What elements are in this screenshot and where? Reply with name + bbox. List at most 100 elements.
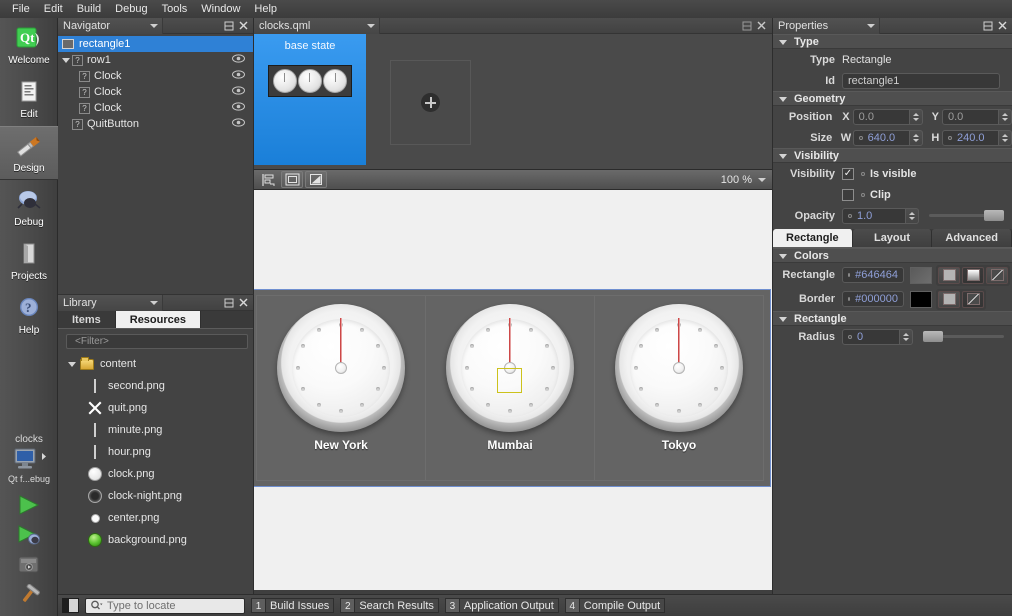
align-tree-icon[interactable] (257, 171, 279, 188)
size-h-stepper[interactable] (998, 129, 1012, 146)
state-base[interactable]: base state (254, 34, 366, 165)
close-icon[interactable] (754, 19, 768, 33)
hide-sidebar-button[interactable] (62, 598, 79, 613)
properties-panel-selector[interactable]: Properties (773, 18, 880, 34)
build-all-button[interactable] (12, 550, 46, 580)
is-visible-checkbox[interactable]: ✓ (842, 167, 854, 180)
locator-input[interactable]: Type to locate (85, 597, 245, 614)
split-icon[interactable] (981, 19, 995, 33)
canvas-item-clock-mumbai[interactable]: Mumbai (426, 296, 595, 480)
opacity-slider[interactable] (929, 210, 1004, 221)
split-icon[interactable] (222, 19, 236, 33)
add-state-button[interactable] (390, 60, 471, 145)
section-header-type[interactable]: Type (773, 34, 1012, 49)
resource-item-clock[interactable]: clock.png (58, 463, 253, 485)
fill-none-button[interactable] (986, 266, 1008, 284)
section-header-colors[interactable]: Colors (773, 248, 1012, 263)
clip-checkbox[interactable] (842, 188, 854, 201)
canvas-item-clock-tokyo[interactable]: Tokyo (595, 296, 763, 480)
resource-item-center[interactable]: center.png (58, 507, 253, 529)
tab-layout[interactable]: Layout (852, 229, 933, 247)
mode-welcome[interactable]: Qt Welcome (0, 18, 58, 72)
rectangle-color-preview[interactable] (910, 266, 932, 284)
desktop-monitor-icon[interactable] (9, 447, 49, 473)
rectangle-color-input[interactable]: #646464 (842, 267, 904, 283)
tab-rectangle[interactable]: Rectangle (773, 229, 853, 247)
menu-file[interactable]: File (5, 1, 37, 18)
output-pane-compile-output[interactable]: 4 Compile Output (564, 598, 666, 613)
resource-item-second[interactable]: second.png (58, 375, 253, 397)
radius-stepper[interactable] (900, 328, 913, 345)
canvas-item-rectangle1[interactable]: New York Mumbai Tokyo (254, 289, 771, 487)
position-x-stepper[interactable] (909, 108, 923, 125)
section-header-rectangle[interactable]: Rectangle (773, 311, 1012, 326)
frame-icon[interactable] (281, 171, 303, 188)
radius-slider-handle[interactable] (923, 331, 943, 342)
output-pane-application-output[interactable]: 3 Application Output (444, 598, 559, 613)
resource-item-background[interactable]: background.png (58, 529, 253, 551)
zoom-selector[interactable]: 100 % (721, 174, 772, 186)
close-icon[interactable] (236, 296, 250, 310)
output-pane-search-results[interactable]: 2 Search Results (340, 598, 439, 613)
border-color-preview[interactable] (910, 290, 932, 308)
navigator-item-quitbutton[interactable]: ? QuitButton (58, 116, 253, 132)
navigator-panel-selector[interactable]: Navigator (58, 18, 163, 34)
close-icon[interactable] (995, 19, 1009, 33)
mode-edit[interactable]: Edit (0, 72, 58, 126)
position-x-input[interactable]: 0.0 (852, 108, 910, 125)
menu-window[interactable]: Window (194, 1, 247, 18)
visibility-eye-icon[interactable] (232, 54, 245, 66)
visibility-eye-icon[interactable] (232, 86, 245, 98)
menu-tools[interactable]: Tools (155, 1, 195, 18)
run-button[interactable] (12, 490, 46, 520)
tab-items[interactable]: Items (58, 311, 116, 328)
id-input[interactable]: rectangle1 (842, 72, 1000, 89)
resource-item-quit[interactable]: quit.png (58, 397, 253, 419)
menu-build[interactable]: Build (70, 1, 108, 18)
tab-advanced[interactable]: Advanced (932, 229, 1012, 247)
opacity-input[interactable]: 1.0 (842, 207, 906, 224)
split-icon[interactable] (222, 296, 236, 310)
border-none-button[interactable] (962, 290, 984, 308)
opacity-slider-handle[interactable] (984, 210, 1004, 221)
design-canvas[interactable]: New York Mumbai Tokyo (254, 190, 772, 590)
close-icon[interactable] (236, 19, 250, 33)
size-w-input[interactable]: 640.0 (852, 129, 910, 146)
tab-resources[interactable]: Resources (115, 311, 202, 328)
library-panel-selector[interactable]: Library (58, 295, 163, 311)
navigator-item-clock-1[interactable]: ? Clock (58, 68, 253, 84)
visibility-eye-icon[interactable] (232, 70, 245, 82)
radius-input[interactable]: 0 (842, 328, 900, 345)
radius-slider[interactable] (923, 331, 1004, 342)
build-button[interactable] (12, 580, 46, 610)
mode-projects[interactable]: Projects (0, 234, 58, 288)
mode-design[interactable]: Design (0, 126, 58, 180)
navigator-item-rectangle1[interactable]: rectangle1 (58, 36, 253, 52)
section-header-geometry[interactable]: Geometry (773, 91, 1012, 106)
border-solid-button[interactable] (938, 290, 960, 308)
opacity-stepper[interactable] (906, 207, 919, 224)
section-header-visibility[interactable]: Visibility (773, 148, 1012, 163)
visibility-eye-icon[interactable] (232, 102, 245, 114)
navigator-item-clock-2[interactable]: ? Clock (58, 84, 253, 100)
mode-help[interactable]: ? Help (0, 288, 58, 342)
menu-edit[interactable]: Edit (37, 1, 70, 18)
menu-help[interactable]: Help (247, 1, 284, 18)
half-filled-square-icon[interactable] (305, 171, 327, 188)
split-icon[interactable] (740, 19, 754, 33)
resource-item-clock-night[interactable]: clock-night.png (58, 485, 253, 507)
position-y-input[interactable]: 0.0 (941, 108, 999, 125)
output-pane-build-issues[interactable]: 1 Build Issues (251, 598, 335, 613)
resource-item-minute[interactable]: minute.png (58, 419, 253, 441)
fill-solid-button[interactable] (938, 266, 960, 284)
mode-debug[interactable]: Debug (0, 180, 58, 234)
size-h-input[interactable]: 240.0 (941, 129, 999, 146)
size-w-stepper[interactable] (909, 129, 923, 146)
position-y-stepper[interactable] (998, 108, 1012, 125)
fill-gradient-button[interactable] (962, 266, 984, 284)
navigator-item-row1[interactable]: ? row1 (58, 52, 253, 68)
visibility-eye-icon[interactable] (232, 118, 245, 130)
resource-folder-content[interactable]: content (58, 353, 253, 375)
open-documents-selector[interactable]: clocks.qml (254, 18, 380, 34)
navigator-item-clock-3[interactable]: ? Clock (58, 100, 253, 116)
